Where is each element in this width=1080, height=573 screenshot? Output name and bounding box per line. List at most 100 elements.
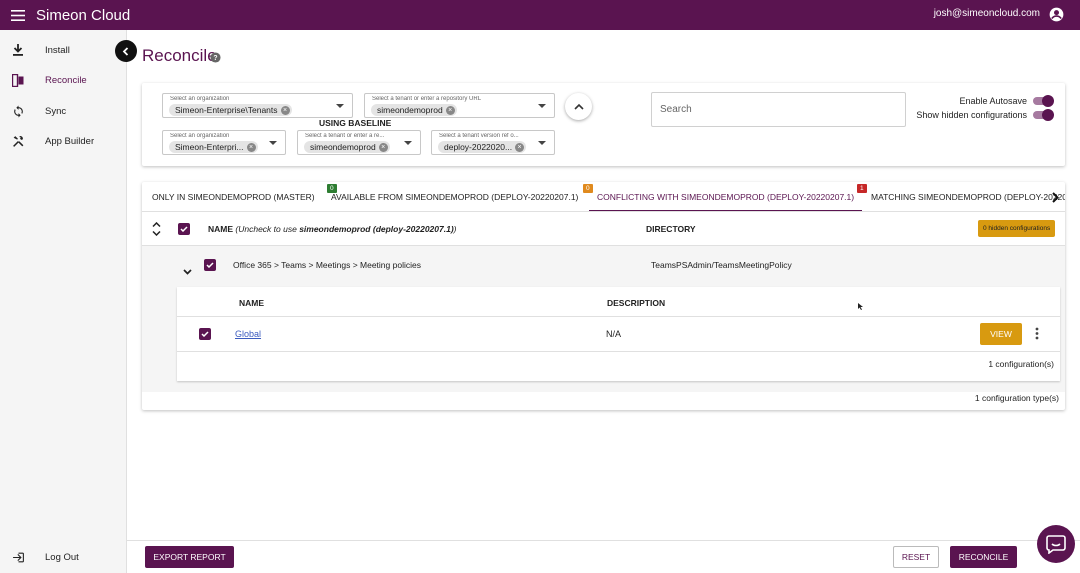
- export-report-button[interactable]: EXPORT REPORT: [145, 546, 234, 568]
- show-hidden-toggle[interactable]: [1033, 109, 1054, 121]
- selected-chip: Simeon-Enterprise\Tenants ×: [169, 104, 292, 116]
- source-organization-select[interactable]: Select an organization Simeon-Enterprise…: [162, 93, 353, 118]
- sidebar-item-reconcile[interactable]: Reconcile: [0, 65, 127, 95]
- dropdown-arrow-icon[interactable]: [404, 141, 412, 145]
- show-hidden-label: Show hidden configurations: [916, 110, 1027, 120]
- configuration-name-link[interactable]: Global: [235, 329, 261, 339]
- bottom-action-bar: EXPORT REPORT RESET RECONCILE: [127, 540, 1080, 573]
- chat-support-button[interactable]: [1037, 525, 1075, 563]
- collapse-filters-button[interactable]: [565, 93, 592, 120]
- enable-autosave-label: Enable Autosave: [959, 96, 1027, 106]
- tab-only-in-source[interactable]: ONLY IN SIMEONDEMOPROD (MASTER) 0: [152, 182, 337, 211]
- group-checkbox[interactable]: [204, 259, 216, 271]
- chevron-down-icon[interactable]: [183, 262, 192, 280]
- baseline-tenant-select[interactable]: Select a tenant or enter a re... simeond…: [297, 130, 421, 155]
- source-repository-select[interactable]: Select a tenant or enter a repository UR…: [364, 93, 555, 118]
- sync-icon: [0, 105, 36, 118]
- reconcile-button[interactable]: RECONCILE: [950, 546, 1017, 568]
- table-header-row: NAME (Uncheck to use simeondemoprod (dep…: [142, 212, 1065, 246]
- chevron-left-icon: [122, 46, 129, 56]
- sidebar-item-sync[interactable]: Sync: [0, 96, 127, 126]
- inner-name-header: NAME: [239, 298, 265, 308]
- comparison-tabs: ONLY IN SIMEONDEMOPROD (MASTER) 0 AVAILA…: [142, 182, 1065, 212]
- show-hidden-row: Show hidden configurations: [916, 109, 1054, 121]
- select-hint: Select a tenant or enter a re...: [305, 133, 385, 139]
- baseline-organization-select[interactable]: Select an organization Simeon-Enterpri..…: [162, 130, 286, 155]
- using-baseline-label: USING BASELINE: [319, 118, 392, 128]
- svg-text:?: ?: [213, 55, 217, 62]
- filter-panel: Select an organization Simeon-Enterprise…: [142, 83, 1065, 166]
- tools-icon: [0, 135, 36, 148]
- top-app-bar: Simeon Cloud josh@simeoncloud.com: [0, 0, 1080, 30]
- table-row: Global N/A VIEW: [177, 317, 1060, 352]
- dropdown-arrow-icon[interactable]: [269, 141, 277, 145]
- hidden-configurations-badge[interactable]: 0 hidden configurations: [978, 220, 1056, 237]
- configuration-count: 1 configuration(s): [988, 359, 1054, 369]
- search-box: [651, 92, 906, 127]
- collapse-sidebar-button[interactable]: [115, 40, 137, 62]
- account-circle-icon[interactable]: [1049, 7, 1064, 27]
- sidebar-item-logout[interactable]: Log Out: [0, 542, 127, 572]
- select-all-checkbox[interactable]: [178, 223, 190, 235]
- name-column-header: NAME (Uncheck to use simeondemoprod (dep…: [208, 224, 457, 234]
- sidebar-item-install[interactable]: Install: [0, 35, 127, 65]
- configuration-group-row: Office 365 > Teams > Meetings > Meeting …: [142, 246, 1065, 392]
- sidebar-item-label: App Builder: [45, 135, 95, 147]
- user-email[interactable]: josh@simeoncloud.com: [934, 8, 1040, 19]
- sidebar-item-label: Log Out: [45, 551, 79, 563]
- enable-autosave-row: Enable Autosave: [959, 95, 1054, 107]
- chevron-up-icon: [573, 103, 584, 110]
- dropdown-arrow-icon[interactable]: [538, 104, 546, 108]
- results-card: ONLY IN SIMEONDEMOPROD (MASTER) 0 AVAILA…: [142, 182, 1065, 410]
- view-button[interactable]: VIEW: [980, 323, 1022, 345]
- select-hint: Select a tenant version ref o...: [439, 133, 519, 139]
- sidebar-item-label: Sync: [45, 105, 67, 117]
- sidebar-item-label: Reconcile: [45, 74, 87, 86]
- page-title: Reconcile: [142, 46, 217, 65]
- inner-header-row: NAME DESCRIPTION: [177, 287, 1060, 317]
- group-directory: TeamsPSAdmin/TeamsMeetingPolicy: [651, 260, 792, 270]
- baseline-version-select[interactable]: Select a tenant version ref o... deploy-…: [431, 130, 555, 155]
- help-icon[interactable]: ?: [210, 50, 221, 68]
- row-checkbox[interactable]: [199, 328, 211, 340]
- remove-chip-icon[interactable]: ×: [280, 105, 290, 115]
- dropdown-arrow-icon[interactable]: [538, 141, 546, 145]
- remove-chip-icon[interactable]: ×: [246, 142, 256, 152]
- select-hint: Select an organization: [170, 133, 230, 139]
- tab-conflicting-with[interactable]: CONFLICTING WITH SIMEONDEMOPROD (DEPLOY-…: [589, 182, 867, 211]
- inner-description-header: DESCRIPTION: [607, 298, 666, 308]
- selected-chip: Simeon-Enterpri... ×: [169, 141, 258, 153]
- selected-chip: deploy-2022020... ×: [438, 141, 527, 153]
- selected-chip: simeondemoprod ×: [304, 141, 390, 153]
- dropdown-arrow-icon[interactable]: [336, 104, 344, 108]
- expand-collapse-all-icon[interactable]: [152, 221, 161, 241]
- sidebar-item-label: Install: [45, 44, 70, 56]
- count-badge: 1: [857, 184, 867, 193]
- select-hint: Select an organization: [170, 96, 230, 102]
- group-path: Office 365 > Teams > Meetings > Meeting …: [233, 260, 421, 270]
- configuration-description: N/A: [606, 329, 622, 339]
- reconcile-icon: [0, 73, 36, 87]
- check-icon: [201, 331, 209, 337]
- mouse-cursor-icon: [858, 297, 863, 315]
- directory-column-header: DIRECTORY: [646, 224, 696, 234]
- tab-available-from[interactable]: AVAILABLE FROM SIMEONDEMOPROD (DEPLOY-20…: [331, 182, 593, 211]
- enable-autosave-toggle[interactable]: [1033, 95, 1054, 107]
- more-options-icon[interactable]: [1035, 327, 1039, 345]
- configurations-table: NAME DESCRIPTION Global N/A VIEW 1 confi…: [177, 287, 1060, 381]
- menu-icon[interactable]: [0, 9, 36, 21]
- chevron-right-icon[interactable]: [1051, 190, 1059, 208]
- reset-button[interactable]: RESET: [893, 546, 939, 568]
- select-hint: Select a tenant or enter a repository UR…: [372, 96, 482, 102]
- selected-chip: simeondemoprod ×: [371, 104, 457, 116]
- remove-chip-icon[interactable]: ×: [515, 142, 525, 152]
- search-input[interactable]: [652, 93, 905, 126]
- tab-matching[interactable]: MATCHING SIMEONDEMOPROD (DEPLOY-20220207…: [871, 182, 1065, 211]
- remove-chip-icon[interactable]: ×: [378, 142, 388, 152]
- check-icon: [206, 262, 214, 268]
- remove-chip-icon[interactable]: ×: [445, 105, 455, 115]
- sidebar-item-app-builder[interactable]: App Builder: [0, 126, 127, 156]
- sidebar: Install Reconcile Sync App Builder Log O…: [0, 30, 127, 573]
- chat-icon: [1046, 534, 1066, 554]
- logout-icon: [0, 551, 36, 564]
